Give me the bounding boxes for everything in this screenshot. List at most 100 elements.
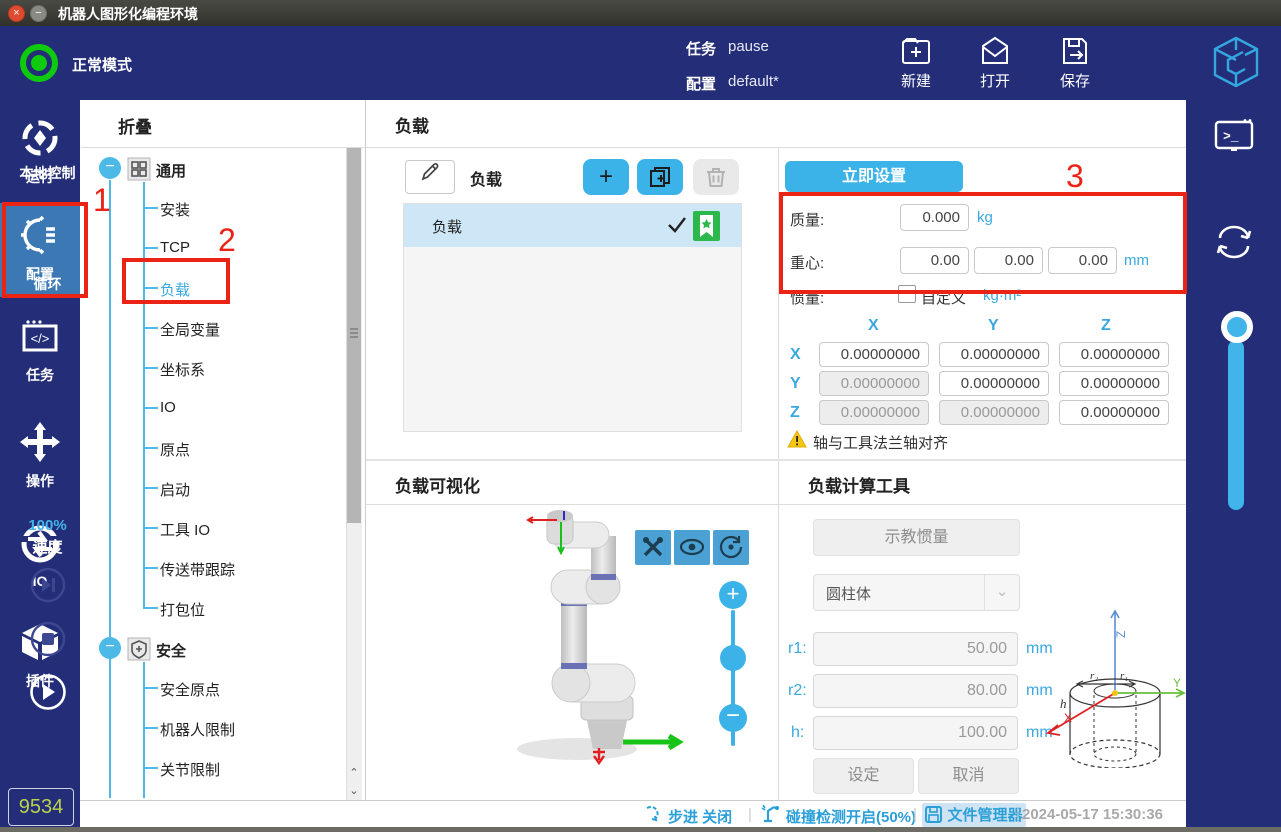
divider [81, 147, 365, 148]
task-value: pause [728, 38, 769, 55]
zoom-in-button[interactable]: + [719, 581, 747, 609]
zoom-out-button[interactable]: − [719, 704, 747, 732]
shape-select[interactable]: 圆柱体 ⌄ [813, 574, 1020, 611]
sidebar-item-task[interactable]: </> 任务 [0, 308, 80, 400]
save-button-label: 保存 [1060, 73, 1090, 90]
viz-visibility-button[interactable] [674, 530, 710, 565]
svg-text:>_: >_ [1223, 129, 1239, 144]
pencil-icon [419, 161, 441, 183]
check-icon [666, 215, 688, 235]
payload-name-label: 负载 [470, 166, 502, 190]
viz-tools-button[interactable] [635, 530, 671, 565]
loop-button[interactable] [1186, 222, 1281, 267]
task-label: 任务 [686, 38, 716, 59]
window-close-icon[interactable]: × [8, 5, 25, 22]
delete-payload-button[interactable] [693, 159, 739, 195]
viz-rotate-button[interactable] [713, 530, 749, 565]
divider: | [913, 806, 917, 823]
tree-item-robot-limit[interactable]: 机器人限制 [160, 719, 235, 740]
window-bottom-edge [0, 827, 1281, 832]
tree-item-safe-origin[interactable]: 安全原点 [160, 679, 220, 700]
speed-slider-handle[interactable] [1221, 311, 1253, 343]
tree-item-tcp[interactable]: TCP [160, 239, 190, 256]
set-button[interactable]: 设定 [813, 758, 914, 794]
annotation-box-1 [2, 202, 88, 298]
open-button[interactable]: 打开 [963, 34, 1027, 91]
speed-percent: 100% [0, 517, 95, 534]
file-manager-button[interactable]: 文件管理器 [922, 803, 1026, 827]
matrix-col-x: X [868, 317, 879, 335]
matrix-col-y: Y [988, 317, 999, 335]
tree-item-global-vars[interactable]: 全局变量 [160, 319, 220, 340]
tree-collapse-icon[interactable]: − [99, 157, 121, 179]
general-group-icon [127, 157, 151, 181]
payload-list-item[interactable]: 负载 [404, 204, 741, 247]
r1-input[interactable]: 50.00 [813, 632, 1018, 666]
config-tree-panel [80, 100, 366, 800]
safety-group-icon [127, 637, 151, 661]
speed-slider-track[interactable] [1228, 340, 1244, 510]
copy-payload-button[interactable] [637, 159, 683, 195]
add-payload-button[interactable]: + [583, 159, 629, 195]
tree-line [143, 487, 158, 489]
diagram-z-label: Z [1114, 631, 1128, 638]
tree-item-pack-pos[interactable]: 打包位 [160, 599, 205, 620]
tree-item-joint-limit[interactable]: 关节限制 [160, 759, 220, 780]
matrix-row-x: X [790, 346, 801, 364]
stop-button [0, 621, 95, 662]
local-control-button[interactable]: >_ [1186, 118, 1281, 159]
tree-item-startup[interactable]: 启动 [160, 479, 190, 500]
play-button[interactable] [0, 673, 95, 716]
page-title: 负载 [395, 112, 429, 137]
scroll-down-icon[interactable]: ⌄ [347, 784, 361, 798]
new-button[interactable]: 新建 [884, 34, 948, 91]
annotation-box-2 [122, 258, 230, 304]
h-input[interactable]: 100.00 [813, 716, 1018, 750]
tree-item-origin[interactable]: 原点 [160, 439, 190, 460]
save-button[interactable]: 保存 [1043, 34, 1107, 91]
r2-input[interactable]: 80.00 [813, 674, 1018, 708]
tree-group-general[interactable]: 通用 [156, 160, 186, 181]
collision-detect-status[interactable]: 碰撞检测开启(50%) [786, 806, 916, 827]
teach-inertia-button[interactable]: 示教惯量 [813, 519, 1020, 556]
divider: | [1016, 806, 1020, 823]
matrix-yy-input[interactable]: 0.00000000 [939, 371, 1049, 396]
tree-line [143, 607, 158, 609]
sidebar-item-operate[interactable]: 操作 [0, 410, 80, 502]
tree-line [143, 727, 158, 729]
shape-select-value: 圆柱体 [826, 583, 871, 604]
matrix-col-z: Z [1101, 317, 1111, 335]
apply-now-button[interactable]: 立即设置 [785, 161, 963, 192]
tree-line [143, 527, 158, 529]
matrix-yz-input[interactable]: 0.00000000 [1059, 371, 1169, 396]
sidebar-item-run[interactable]: 运行 [0, 106, 80, 198]
tree-item-install[interactable]: 安装 [160, 199, 190, 220]
matrix-xy-input[interactable]: 0.00000000 [939, 342, 1049, 367]
tree-item-tool-io[interactable]: 工具 IO [160, 519, 210, 540]
matrix-zz-input[interactable]: 0.00000000 [1059, 400, 1169, 425]
sidebar-item-operate-label: 操作 [0, 471, 80, 491]
matrix-xz-input[interactable]: 0.00000000 [1059, 342, 1169, 367]
tree-collapse-header[interactable]: 折叠 [118, 113, 152, 138]
sidebar-item-task-label: 任务 [0, 365, 80, 385]
loop-icon [1212, 222, 1256, 262]
tree-line [143, 662, 145, 798]
tree-item-coord-system[interactable]: 坐标系 [160, 359, 205, 380]
tree-item-conveyor[interactable]: 传送带跟踪 [160, 559, 235, 580]
window-minimize-icon[interactable]: − [30, 5, 47, 22]
tree-group-safety[interactable]: 安全 [156, 640, 186, 661]
rename-payload-button[interactable] [405, 160, 455, 194]
scroll-up-icon[interactable]: ⌃ [347, 766, 361, 780]
eye-icon [679, 535, 705, 559]
scrollbar-grip [350, 328, 358, 330]
zoom-slider-handle[interactable] [720, 645, 746, 671]
tree-item-io[interactable]: IO [160, 399, 176, 416]
matrix-xx-input[interactable]: 0.00000000 [819, 342, 929, 367]
step-mode-status[interactable]: 步进 关闭 [668, 806, 732, 827]
step-forward-button [0, 567, 95, 608]
move-arrows-icon [18, 420, 62, 464]
cancel-button[interactable]: 取消 [918, 758, 1019, 794]
code-window-icon: </> [18, 318, 62, 358]
annotation-box-3 [779, 192, 1187, 294]
tree-collapse-icon[interactable]: − [99, 637, 121, 659]
